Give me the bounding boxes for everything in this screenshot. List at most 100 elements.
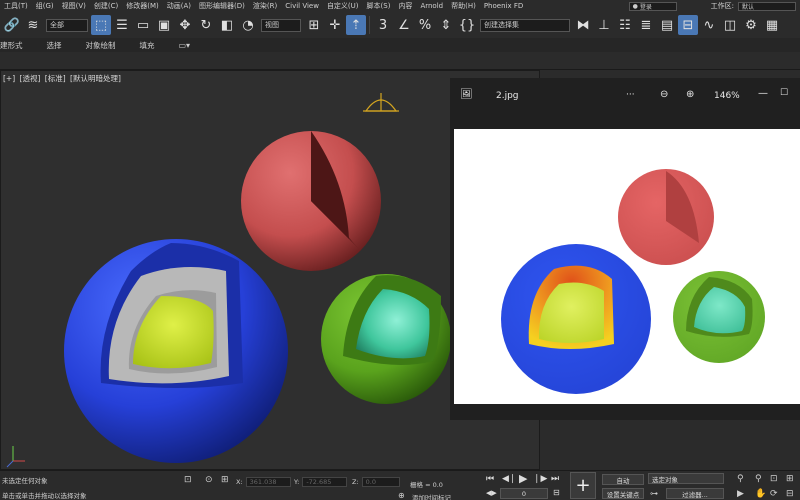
menu-help[interactable]: 帮助(H) <box>447 1 480 11</box>
image-filename: 2.jpg <box>496 91 519 101</box>
pan-icon[interactable]: ✋ <box>755 489 766 499</box>
maximize-viewport-icon[interactable]: ⊟ <box>786 489 794 499</box>
frame-field[interactable]: 0 <box>500 488 548 499</box>
y-coordinate-field[interactable]: -72.685 <box>302 477 348 487</box>
mirror-icon[interactable]: ⧓ <box>573 15 593 35</box>
rect-region-icon[interactable]: ▭ <box>133 15 153 35</box>
goto-start-icon[interactable]: ⏮ <box>486 474 494 484</box>
scale-icon[interactable]: ◧ <box>217 15 237 35</box>
time-config-icon[interactable]: ⊟ <box>553 488 560 497</box>
workspace-dropdown[interactable]: 默认 <box>738 1 796 11</box>
menu-scripting[interactable]: 脚本(S) <box>363 1 395 11</box>
frame-value: 0 <box>521 489 527 498</box>
menu-graph-editors[interactable]: 图形编辑器(D) <box>195 1 249 11</box>
select-object-icon[interactable]: ⬚ <box>91 15 111 35</box>
ribbon-options-icon[interactable]: ▭▾ <box>179 41 191 50</box>
z-coordinate-field[interactable]: 0.0 <box>361 477 400 487</box>
select-manipulate-icon[interactable]: ✛ <box>325 15 345 35</box>
align-icon[interactable]: ⊥ <box>594 15 614 35</box>
blue-sphere[interactable] <box>64 239 288 463</box>
menu-view[interactable]: 视图(V) <box>58 1 90 11</box>
render-setup-icon[interactable]: ⚙ <box>741 15 761 35</box>
menu-customize[interactable]: 自定义(U) <box>323 1 363 11</box>
x-coordinate-field[interactable]: 361.038 <box>245 477 291 487</box>
set-key-big-icon[interactable]: + <box>570 472 596 499</box>
curve-editor-icon[interactable]: ⊟ <box>678 15 698 35</box>
menu-tools[interactable]: 工具(T) <box>0 1 32 11</box>
viewcube-helmet-icon[interactable] <box>363 93 399 112</box>
field-of-view-icon[interactable]: ▶ <box>737 489 744 499</box>
workspace-label: 工作区: <box>710 2 734 10</box>
selected-object-dropdown[interactable]: 选定对象 <box>648 473 724 484</box>
ribbon-tab-selection[interactable]: 选择 <box>47 40 62 51</box>
green-sphere[interactable] <box>321 274 451 404</box>
reference-coordinate-dropdown[interactable]: 视图 <box>261 18 301 32</box>
toggle-ribbon-icon[interactable]: ▤ <box>657 15 677 35</box>
next-frame-icon[interactable]: ❘▶ <box>533 474 547 484</box>
red-sphere[interactable] <box>241 131 381 271</box>
menu-animation[interactable]: 动画(A) <box>163 1 195 11</box>
menu-group[interactable]: 组(G) <box>32 1 58 11</box>
zoom-out-icon[interactable]: ⊖ <box>660 89 668 100</box>
rendered-frame-icon[interactable]: ▦ <box>762 15 782 35</box>
link-icon[interactable]: 🔗 <box>2 15 22 35</box>
lock-selection-icon[interactable]: ⊙ <box>205 475 213 485</box>
toolbar-separator <box>369 16 370 34</box>
set-key-button[interactable]: 设置关键点 <box>602 488 644 499</box>
menu-modifiers[interactable]: 修改器(M) <box>122 1 163 11</box>
key-filters-button[interactable]: 过滤器... <box>666 488 724 499</box>
select-by-name-icon[interactable]: ☰ <box>112 15 132 35</box>
isolate-selection-icon[interactable]: ⊡ <box>184 475 192 485</box>
viewer-image <box>454 129 800 404</box>
time-tag-icon[interactable]: ⊕ <box>398 491 405 500</box>
menu-civil-view[interactable]: Civil View <box>281 2 323 10</box>
absolute-mode-icon[interactable]: ⊞ <box>221 475 229 485</box>
selected-object-value: 选定对象 <box>652 475 678 484</box>
keyboard-shortcut-icon[interactable]: ⇡ <box>346 15 366 35</box>
auto-key-button[interactable]: 自动 <box>602 474 644 485</box>
ref-blue-sphere <box>501 244 651 394</box>
snaps-toggle-icon[interactable]: 3 <box>373 15 393 35</box>
maximize-icon[interactable]: ☐ <box>780 88 788 98</box>
more-options-button[interactable]: ··· <box>626 90 635 100</box>
percent-snap-icon[interactable]: % <box>415 15 435 35</box>
angle-snap-icon[interactable]: ∠ <box>394 15 414 35</box>
menu-rendering[interactable]: 渲染(R) <box>249 1 281 11</box>
key-mode-icon[interactable]: ◀▶ <box>486 489 497 497</box>
ribbon-tab-populate[interactable]: 填充 <box>140 40 155 51</box>
menu-create[interactable]: 创建(C) <box>90 1 122 11</box>
menu-arnold[interactable]: Arnold <box>416 2 447 10</box>
material-editor-icon[interactable]: ◫ <box>720 15 740 35</box>
menu-phoenix[interactable]: Phoenix FD <box>480 2 527 10</box>
place-icon[interactable]: ◔ <box>238 15 258 35</box>
minimize-icon[interactable]: — <box>758 88 768 99</box>
bind-space-warp-icon[interactable]: ≋ <box>23 15 43 35</box>
orbit-icon[interactable]: ⟳ <box>770 489 778 499</box>
zoom-icon[interactable]: ⚲ <box>737 474 744 484</box>
toggle-scene-explorer-icon[interactable]: ☷ <box>615 15 635 35</box>
ribbon-tab-object-paint[interactable]: 对象绘制 <box>86 40 116 51</box>
prev-frame-icon[interactable]: ◀❘ <box>502 474 516 484</box>
ribbon-tab-modeling[interactable]: 建形式 <box>0 40 23 51</box>
play-icon[interactable]: ▶ <box>519 472 527 485</box>
user-login-dropdown[interactable]: ● 登录 <box>628 1 677 11</box>
zoom-all-icon[interactable]: ⚲ <box>755 474 762 484</box>
schematic-view-icon[interactable]: ∿ <box>699 15 719 35</box>
move-icon[interactable]: ✥ <box>175 15 195 35</box>
toggle-layer-explorer-icon[interactable]: ≣ <box>636 15 656 35</box>
menu-content[interactable]: 内容 <box>394 1 416 11</box>
add-time-tag-button[interactable]: 添加时间标记 <box>412 492 451 500</box>
window-crossing-icon[interactable]: ▣ <box>154 15 174 35</box>
rotate-icon[interactable]: ↻ <box>196 15 216 35</box>
goto-end-icon[interactable]: ⏭ <box>551 474 559 484</box>
named-selection-dropdown[interactable]: 创建选择集 <box>480 18 570 32</box>
selection-filter-dropdown[interactable]: 全部 <box>46 18 88 32</box>
zoom-in-icon[interactable]: ⊕ <box>686 89 694 100</box>
key-filter-icon[interactable]: ⊶ <box>650 489 658 498</box>
zoom-extents-icon[interactable]: ⊡ <box>770 474 778 484</box>
pivot-center-icon[interactable]: ⊞ <box>304 15 324 35</box>
status-selection-text: 未选定任何对象 <box>2 477 48 485</box>
edit-named-selection-icon[interactable]: {} <box>457 15 477 35</box>
zoom-extents-all-icon[interactable]: ⊞ <box>786 474 794 484</box>
spinner-snap-icon[interactable]: ⇕ <box>436 15 456 35</box>
